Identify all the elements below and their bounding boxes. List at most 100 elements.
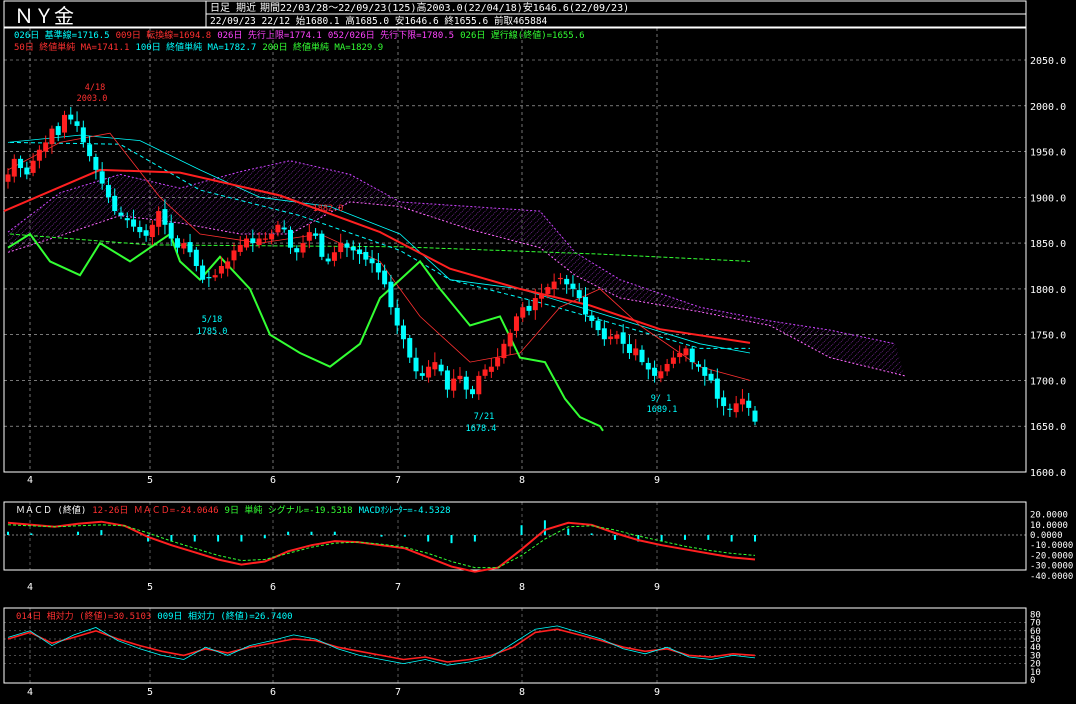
candle-body bbox=[507, 332, 513, 347]
chart-mode: 日足 期近 bbox=[210, 1, 256, 14]
candle-body bbox=[36, 149, 42, 161]
x-tick-label: 4 bbox=[27, 582, 33, 593]
x-tick-label: 7 bbox=[395, 475, 401, 486]
x-tick-label: 8 bbox=[519, 582, 525, 593]
candle-body bbox=[218, 266, 224, 274]
candle-body bbox=[244, 238, 250, 248]
candle-body bbox=[482, 369, 488, 376]
candlesticks bbox=[5, 106, 758, 426]
rsi-legend: 014日 相対力 (終値)=30.5103 009日 相対力 (終値)=26.74… bbox=[16, 610, 293, 622]
cloud-band bbox=[8, 160, 905, 376]
candle-body bbox=[294, 248, 300, 253]
svg-text:日足 期近期間22/03/28～22/09/23(125)高: 日足 期近 期間22/03/28～22/09/23(125)高2003.0(22/… bbox=[210, 1, 629, 14]
low2-value-label: 1678.4 bbox=[466, 424, 497, 434]
candle-body bbox=[407, 338, 413, 358]
candle-body bbox=[55, 126, 61, 136]
macd-legend-item: 12-26日 ＭＡＣＤ=-24.0646 bbox=[92, 505, 218, 516]
candle-body bbox=[168, 222, 174, 239]
x-tick-label: 4 bbox=[27, 687, 33, 698]
macd-y-tick-label: 0.0000 bbox=[1030, 531, 1063, 541]
candle-body bbox=[444, 370, 450, 390]
candle-body bbox=[539, 293, 545, 299]
candle-body bbox=[338, 243, 344, 253]
rsi-legend-item: 014日 相対力 (終値)=30.5103 bbox=[16, 610, 151, 622]
candle-body bbox=[74, 121, 80, 126]
candle-body bbox=[658, 371, 664, 379]
candle-body bbox=[601, 328, 607, 340]
candle-body bbox=[394, 307, 400, 326]
macd-y-tick-label: -20.0000 bbox=[1030, 551, 1073, 561]
x-tick-label: 9 bbox=[654, 687, 660, 698]
candle-body bbox=[721, 397, 727, 407]
period-info: 期間22/03/28～22/09/23(125)高2003.0(22/04/18… bbox=[260, 1, 629, 14]
candle-body bbox=[206, 277, 212, 279]
candle-body bbox=[583, 296, 589, 315]
macd-y-tick-label: 20.0000 bbox=[1030, 511, 1068, 521]
candle-body bbox=[457, 375, 463, 380]
candle-body bbox=[143, 230, 149, 236]
candle-body bbox=[181, 243, 187, 249]
candle-body bbox=[388, 281, 394, 308]
candle-body bbox=[739, 398, 745, 405]
y-tick-label: 1600.0 bbox=[1030, 468, 1066, 479]
rsi14-line bbox=[7, 628, 756, 663]
legend-row2-item: 200日 終値単純 MA=1829.9 bbox=[262, 41, 383, 53]
candle-body bbox=[237, 244, 243, 252]
candle-body bbox=[124, 218, 130, 221]
candle-body bbox=[551, 281, 557, 290]
chikou-line bbox=[7, 232, 604, 432]
macd-legend-item: MACDｵｼﾚｰﾀｰ=-4.5328 bbox=[359, 505, 451, 516]
ohlc-info: 22/09/23 22/12 始1680.1 高1685.0 安1646.6 終… bbox=[210, 15, 548, 27]
candle-body bbox=[400, 325, 406, 340]
y-tick-label: 1850.0 bbox=[1030, 239, 1066, 250]
candle-body bbox=[620, 332, 626, 344]
candle-body bbox=[212, 275, 218, 278]
candle-body bbox=[80, 127, 86, 143]
legend-row2: 50日 終値単純 MA=1741.1 100日 終値単純 MA=1782.7 200… bbox=[14, 41, 383, 53]
x-tick-label: 7 bbox=[395, 582, 401, 593]
candle-body bbox=[357, 249, 363, 255]
candle-body bbox=[413, 357, 419, 372]
rsi9-line bbox=[7, 625, 756, 666]
candle-body bbox=[156, 211, 162, 227]
y-tick-label: 1800.0 bbox=[1030, 285, 1066, 296]
candle-body bbox=[300, 243, 306, 253]
candle-body bbox=[557, 277, 563, 280]
candle-body bbox=[382, 270, 388, 285]
candle-body bbox=[137, 226, 143, 233]
candle-body bbox=[24, 167, 30, 175]
legend-row1-item: 026日 基準線=1716.5 bbox=[14, 29, 110, 41]
legend-row1-item: 052/026日 先行下限=1780.5 bbox=[328, 29, 454, 41]
x-tick-label: 9 bbox=[654, 582, 660, 593]
candle-body bbox=[608, 336, 614, 340]
candle-body bbox=[570, 283, 576, 289]
candle-body bbox=[513, 316, 519, 331]
high-value-label: 2003.0 bbox=[77, 94, 108, 104]
candle-body bbox=[532, 298, 538, 311]
candle-body bbox=[105, 185, 111, 198]
y-tick-label: 2050.0 bbox=[1030, 56, 1066, 67]
candle-body bbox=[426, 366, 432, 378]
candle-body bbox=[375, 263, 381, 273]
candle-body bbox=[350, 246, 356, 251]
x-tick-label: 9 bbox=[654, 475, 660, 486]
y-tick-label: 1700.0 bbox=[1030, 376, 1066, 387]
low3-value-label: 1689.1 bbox=[647, 405, 678, 415]
candle-body bbox=[488, 366, 494, 372]
candle-body bbox=[200, 265, 206, 280]
rsi-legend-item: 009日 相対力 (終値)=26.7400 bbox=[157, 610, 292, 622]
main-panel-frame bbox=[3, 27, 1027, 473]
candle-body bbox=[633, 348, 639, 356]
candle-body bbox=[149, 224, 155, 238]
candle-body bbox=[287, 229, 293, 248]
candle-body bbox=[118, 212, 124, 216]
candle-body bbox=[733, 403, 739, 413]
candle-body bbox=[419, 373, 425, 376]
candle-body bbox=[670, 357, 676, 364]
mid-value-label: 1882.0 bbox=[313, 204, 344, 214]
candle-body bbox=[262, 238, 268, 240]
candle-body bbox=[614, 334, 620, 339]
annotations: 4/18 2003.0 1882.0 5/18 1785.0 7/21 1678… bbox=[77, 83, 678, 434]
y-tick-label: 1750.0 bbox=[1030, 331, 1066, 342]
candle-body bbox=[714, 378, 720, 399]
